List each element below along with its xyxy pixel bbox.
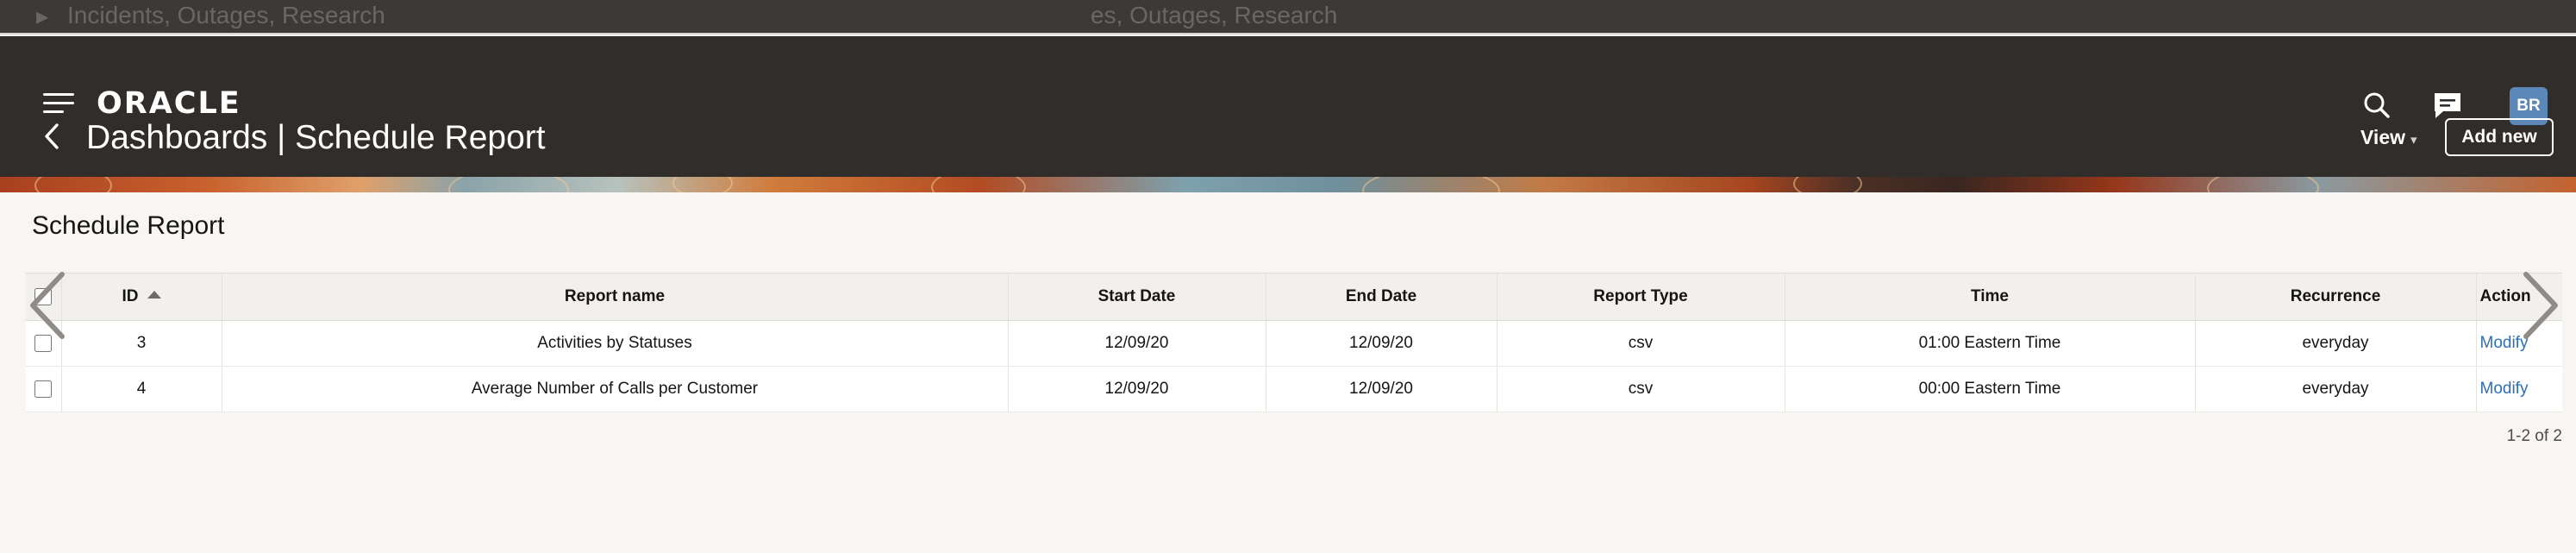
chevron-down-icon: ▾	[2410, 133, 2417, 148]
oracle-logo: ORACLE	[97, 86, 241, 121]
page-title: Dashboards | Schedule Report	[86, 119, 546, 156]
cell-report-type: csv	[1497, 320, 1785, 367]
pagination-status: 1-2 of 2	[2506, 427, 2562, 445]
cell-report-type: csv	[1497, 366, 1785, 412]
cell-end-date: 12/09/20	[1266, 320, 1497, 367]
column-header-end-date[interactable]: End Date	[1266, 273, 1497, 321]
view-menu[interactable]: View ▾	[2360, 124, 2417, 154]
decorative-banner	[0, 177, 2576, 192]
column-header-start-date[interactable]: Start Date	[1008, 273, 1266, 321]
row-select-cell	[26, 366, 62, 412]
add-new-button[interactable]: Add new	[2445, 118, 2554, 156]
table-row: 3 Activities by Statuses 12/09/20 12/09/…	[26, 320, 2562, 367]
schedule-report-table: ID Report name Start Date End Date Repor…	[26, 273, 2562, 412]
background-tab-text: Incidents, Outages, Research	[67, 2, 385, 28]
back-chevron-icon[interactable]	[36, 119, 71, 154]
cell-start-date: 12/09/20	[1008, 366, 1266, 412]
background-caret: ▸	[36, 3, 49, 29]
column-header-report-name[interactable]: Report name	[222, 273, 1009, 321]
content-title: Schedule Report	[32, 211, 225, 240]
row-checkbox[interactable]	[34, 380, 53, 398]
cell-action: Modify	[2476, 366, 2562, 412]
cell-time: 01:00 Eastern Time	[1785, 320, 2196, 367]
sort-ascending-icon[interactable]	[147, 291, 161, 298]
cell-time: 00:00 Eastern Time	[1785, 366, 2196, 412]
column-header-recurrence[interactable]: Recurrence	[2195, 273, 2477, 321]
table-row: 4 Average Number of Calls per Customer 1…	[26, 366, 2562, 412]
app-header: ORACLE BR Dashboards | Schedule Report V…	[0, 36, 2576, 177]
modify-link[interactable]: Modify	[2480, 380, 2529, 398]
cell-id: 4	[61, 366, 222, 412]
cell-recurrence: everyday	[2195, 320, 2477, 367]
cell-recurrence: everyday	[2195, 366, 2477, 412]
column-header-time[interactable]: Time	[1785, 273, 2196, 321]
carousel-next-arrow-icon[interactable]	[2516, 269, 2564, 342]
table-header-row: ID Report name Start Date End Date Repor…	[26, 273, 2562, 321]
carousel-prev-arrow-icon[interactable]	[24, 269, 72, 342]
background-window-strip: ▸ Incidents, Outages, Research es, Outag…	[0, 0, 2576, 35]
cell-end-date: 12/09/20	[1266, 366, 1497, 412]
cell-id: 3	[61, 320, 222, 367]
column-header-label: ID	[122, 287, 139, 305]
search-icon[interactable]	[2360, 88, 2394, 123]
column-header-report-type[interactable]: Report Type	[1497, 273, 1785, 321]
view-menu-label: View	[2360, 126, 2405, 148]
chat-icon[interactable]	[2430, 88, 2465, 123]
column-header-id[interactable]: ID	[61, 273, 222, 321]
cell-report-name: Average Number of Calls per Customer	[222, 366, 1009, 412]
cell-start-date: 12/09/20	[1008, 320, 1266, 367]
cell-report-name: Activities by Statuses	[222, 320, 1009, 367]
background-tab-text-right: es, Outages, Research	[1091, 2, 1338, 28]
menu-icon[interactable]	[43, 93, 76, 114]
